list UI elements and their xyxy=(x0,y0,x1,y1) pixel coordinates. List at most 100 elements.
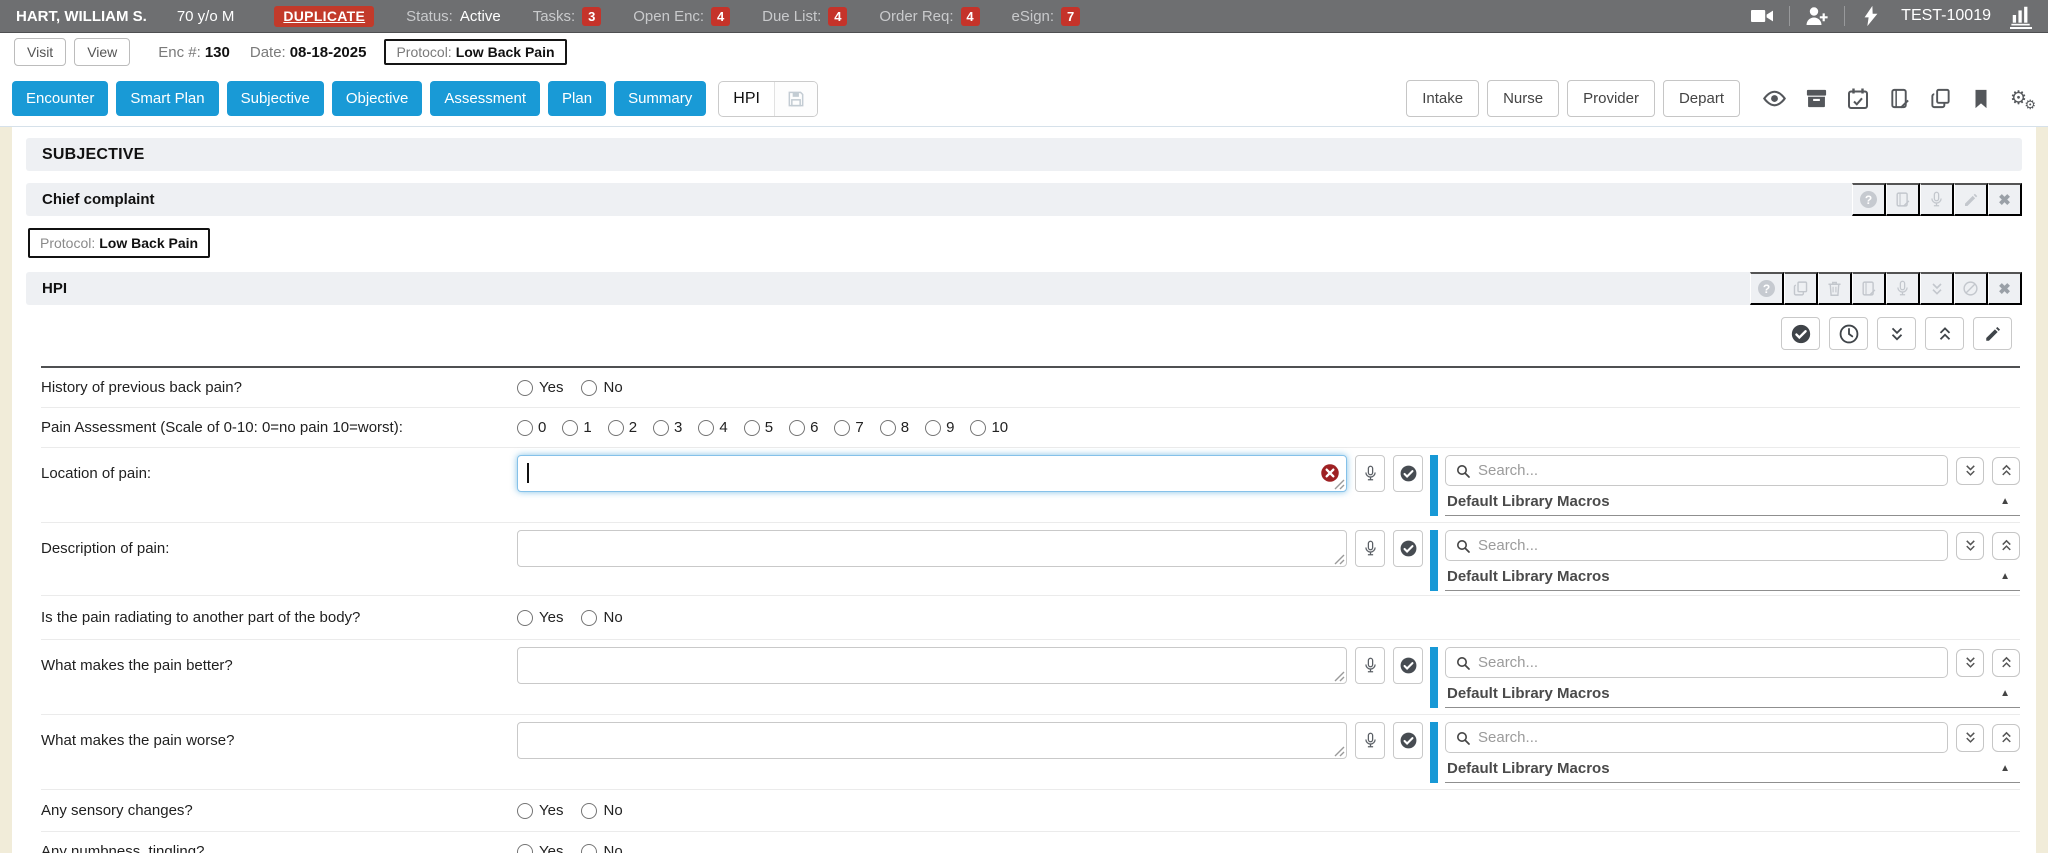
book-log-icon[interactable] xyxy=(1852,272,1886,305)
radio-circle[interactable] xyxy=(581,610,597,626)
esign-count-badge[interactable]: 7 xyxy=(1061,7,1080,26)
settings-gears-icon[interactable]: ⚙⚙ xyxy=(2010,87,2036,111)
radio-yes[interactable]: Yes xyxy=(517,609,563,626)
duplicate-flag[interactable]: DUPLICATE xyxy=(274,6,374,27)
dictate-mic-button[interactable] xyxy=(1355,455,1385,492)
location-of-pain-input[interactable] xyxy=(517,455,1347,492)
help-icon[interactable]: ? xyxy=(1852,183,1886,216)
radio-circle[interactable] xyxy=(970,420,986,436)
macros-group-header[interactable]: Default Library Macros ▲ xyxy=(1445,486,2020,515)
radio-scale-7[interactable]: 7 xyxy=(834,419,863,436)
expand-macros-button[interactable] xyxy=(1956,649,1984,677)
close-icon[interactable]: ✖ xyxy=(1988,272,2022,305)
collapse-triangle-icon[interactable]: ▲ xyxy=(2000,571,2010,582)
radio-circle[interactable] xyxy=(517,803,533,819)
collapse-chevrons-icon[interactable] xyxy=(1920,272,1954,305)
protocol-chip[interactable]: Protocol:Low Back Pain xyxy=(384,39,566,65)
description-of-pain-input[interactable] xyxy=(517,530,1347,567)
confirm-check-button[interactable] xyxy=(1393,647,1423,684)
calendar-check-icon[interactable] xyxy=(1846,87,1870,111)
radio-circle[interactable] xyxy=(608,420,624,436)
intake-button[interactable]: Intake xyxy=(1406,80,1479,117)
expand-macros-button[interactable] xyxy=(1956,532,1984,560)
collapse-triangle-icon[interactable]: ▲ xyxy=(2000,763,2010,774)
edit-pencil-icon[interactable] xyxy=(1954,183,1988,216)
macros-group-header[interactable]: Default Library Macros ▲ xyxy=(1445,753,2020,782)
radio-scale-3[interactable]: 3 xyxy=(653,419,682,436)
trash-icon[interactable] xyxy=(1818,272,1852,305)
mark-reviewed-button[interactable] xyxy=(1781,317,1820,350)
microphone-icon[interactable] xyxy=(1920,183,1954,216)
radio-circle[interactable] xyxy=(517,610,533,626)
lightning-bolt-icon[interactable] xyxy=(1860,5,1882,27)
expand-macros-button[interactable] xyxy=(1956,724,1984,752)
copy-pages-icon[interactable] xyxy=(1784,272,1818,305)
radio-yes[interactable]: Yes xyxy=(517,802,563,819)
help-icon[interactable]: ? xyxy=(1750,272,1784,305)
expand-macros-button[interactable] xyxy=(1956,457,1984,485)
protocol-chip[interactable]: Protocol:Low Back Pain xyxy=(28,228,210,258)
collapse-macros-button[interactable] xyxy=(1992,532,2020,560)
radio-no[interactable]: No xyxy=(581,802,622,819)
macro-search-input[interactable] xyxy=(1478,462,1938,479)
tab-plan[interactable]: Plan xyxy=(548,81,606,116)
eye-preview-icon[interactable] xyxy=(1762,86,1787,111)
video-call-icon[interactable] xyxy=(1750,4,1774,28)
radio-circle[interactable] xyxy=(517,380,533,396)
radio-scale-6[interactable]: 6 xyxy=(789,419,818,436)
tab-encounter[interactable]: Encounter xyxy=(12,81,108,116)
macro-search-input[interactable] xyxy=(1478,537,1938,554)
collapse-triangle-icon[interactable]: ▲ xyxy=(2000,496,2010,507)
depart-button[interactable]: Depart xyxy=(1663,80,1740,117)
archive-box-icon[interactable] xyxy=(1805,87,1828,110)
radio-scale-9[interactable]: 9 xyxy=(925,419,954,436)
book-log-icon[interactable] xyxy=(1888,87,1911,110)
radio-scale-8[interactable]: 8 xyxy=(880,419,909,436)
cancel-icon[interactable] xyxy=(1954,272,1988,305)
radio-circle[interactable] xyxy=(581,803,597,819)
collapse-macros-button[interactable] xyxy=(1992,457,2020,485)
save-button[interactable] xyxy=(774,82,817,116)
resize-grip[interactable] xyxy=(1333,745,1345,757)
expand-all-button[interactable] xyxy=(1877,317,1916,350)
radio-circle[interactable] xyxy=(517,420,533,436)
radio-scale-4[interactable]: 4 xyxy=(698,419,727,436)
radio-circle[interactable] xyxy=(925,420,941,436)
radio-yes[interactable]: Yes xyxy=(517,379,563,396)
open-enc-count-badge[interactable]: 4 xyxy=(711,7,730,26)
radio-yes[interactable]: Yes xyxy=(517,843,563,853)
confirm-check-button[interactable] xyxy=(1393,455,1423,492)
radio-scale-2[interactable]: 2 xyxy=(608,419,637,436)
radio-scale-1[interactable]: 1 xyxy=(562,419,591,436)
tab-objective[interactable]: Objective xyxy=(332,81,423,116)
provider-button[interactable]: Provider xyxy=(1567,80,1655,117)
tasks-count-badge[interactable]: 3 xyxy=(582,7,601,26)
radio-circle[interactable] xyxy=(581,380,597,396)
radio-no[interactable]: No xyxy=(581,843,622,853)
tab-assessment[interactable]: Assessment xyxy=(430,81,540,116)
macros-group-header[interactable]: Default Library Macros ▲ xyxy=(1445,561,2020,590)
stats-chart-icon[interactable] xyxy=(2010,4,2032,29)
radio-no[interactable]: No xyxy=(581,379,622,396)
dictate-mic-button[interactable] xyxy=(1355,647,1385,684)
collapse-macros-button[interactable] xyxy=(1992,724,2020,752)
book-log-icon[interactable] xyxy=(1886,183,1920,216)
history-clock-button[interactable] xyxy=(1829,317,1868,350)
pain-worse-input[interactable] xyxy=(517,722,1347,759)
resize-grip[interactable] xyxy=(1333,553,1345,565)
due-list-count-badge[interactable]: 4 xyxy=(828,7,847,26)
order-req-count-badge[interactable]: 4 xyxy=(961,7,980,26)
resize-grip[interactable] xyxy=(1333,478,1345,490)
visit-button[interactable]: Visit xyxy=(14,38,66,66)
dictate-mic-button[interactable] xyxy=(1355,530,1385,567)
radio-circle[interactable] xyxy=(653,420,669,436)
confirm-check-button[interactable] xyxy=(1393,530,1423,567)
radio-circle[interactable] xyxy=(698,420,714,436)
confirm-check-button[interactable] xyxy=(1393,722,1423,759)
macro-search-input[interactable] xyxy=(1478,729,1938,746)
radio-scale-10[interactable]: 10 xyxy=(970,419,1008,436)
radio-scale-0[interactable]: 0 xyxy=(517,419,546,436)
radio-circle[interactable] xyxy=(581,844,597,853)
tab-subjective[interactable]: Subjective xyxy=(227,81,324,116)
pain-better-input[interactable] xyxy=(517,647,1347,684)
